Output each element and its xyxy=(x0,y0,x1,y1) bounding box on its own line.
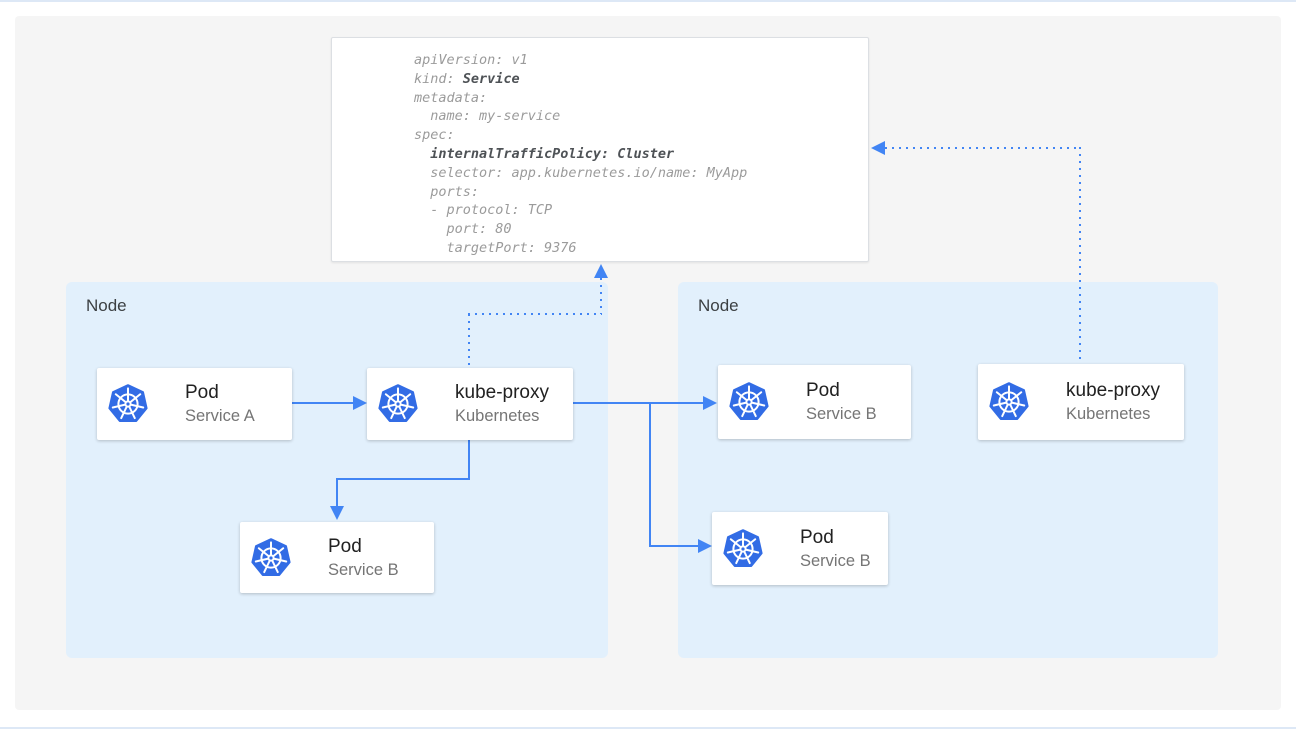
card-title: Pod xyxy=(806,380,877,402)
yaml-line: targetPort: 9376 xyxy=(414,239,868,258)
yaml-line: internalTrafficPolicy: Cluster xyxy=(414,145,868,164)
arrow-kube-proxy-to-pod-b-left-seg3 xyxy=(336,478,338,508)
yaml-line: port: 80 xyxy=(414,220,868,239)
card-subtitle: Kubernetes xyxy=(455,406,549,426)
yaml-line: spec: xyxy=(414,126,868,145)
arrow-kube-proxy-to-right-pod-bottom-seg1 xyxy=(649,402,651,547)
arrow-kube-proxy-to-right-pod-bottom-seg2 xyxy=(649,545,698,547)
top-divider xyxy=(0,0,1296,2)
node-box-left: Node xyxy=(66,282,608,658)
card-title: Pod xyxy=(328,536,399,558)
node-label: Node xyxy=(698,296,739,316)
dotted-right-kube-proxy-to-yaml-seg1 xyxy=(1079,147,1081,364)
kubernetes-wheel-icon xyxy=(377,384,419,424)
dotted-left-kube-proxy-to-yaml-head xyxy=(594,264,608,278)
arrow-kube-proxy-to-pod-b-left-seg1 xyxy=(468,440,470,480)
card-subtitle: Service A xyxy=(185,406,255,426)
dotted-left-kube-proxy-to-yaml-seg1 xyxy=(468,314,470,368)
pod-card-service-b-right-top: Pod Service B xyxy=(718,365,911,439)
card-title: Pod xyxy=(800,527,871,549)
kubernetes-wheel-icon xyxy=(728,382,770,422)
arrow-kube-proxy-to-right-pod-bottom-head xyxy=(698,539,712,553)
kube-proxy-card-right: kube-proxy Kubernetes xyxy=(978,364,1184,440)
arrow-pod-a-to-kube-proxy-head xyxy=(353,396,367,410)
node-label: Node xyxy=(86,296,127,316)
arrow-kube-proxy-to-right-pod-top-head xyxy=(703,396,717,410)
card-title: kube-proxy xyxy=(1066,380,1160,402)
yaml-line: metadata: xyxy=(414,89,868,108)
arrow-pod-a-to-kube-proxy-line xyxy=(292,402,353,404)
card-title: Pod xyxy=(185,382,255,404)
pod-card-service-a: Pod Service A xyxy=(97,368,292,440)
pod-card-service-b-right-bottom: Pod Service B xyxy=(712,512,888,585)
card-subtitle: Kubernetes xyxy=(1066,404,1160,424)
dotted-right-kube-proxy-to-yaml-seg2 xyxy=(885,147,1081,149)
arrow-kube-proxy-to-pod-b-left-head xyxy=(330,506,344,520)
card-title: kube-proxy xyxy=(455,382,549,404)
card-subtitle: Service B xyxy=(806,404,877,424)
yaml-line: selector: app.kubernetes.io/name: MyApp xyxy=(414,164,868,183)
arrow-kube-proxy-to-right-pod-top-line xyxy=(573,402,703,404)
service-yaml-box: apiVersion: v1 kind: Service metadata: n… xyxy=(331,37,869,262)
kubernetes-wheel-icon xyxy=(107,384,149,424)
yaml-line: apiVersion: v1 xyxy=(414,51,868,70)
card-subtitle: Service B xyxy=(800,551,871,571)
kubernetes-wheel-icon xyxy=(250,538,292,578)
yaml-line: ports: xyxy=(414,183,868,202)
arrow-kube-proxy-to-pod-b-left-seg2 xyxy=(336,478,470,480)
yaml-line: - protocol: TCP xyxy=(414,201,868,220)
kubernetes-wheel-icon xyxy=(988,382,1030,422)
kube-proxy-card-left: kube-proxy Kubernetes xyxy=(367,368,573,440)
yaml-line: name: my-service xyxy=(414,107,868,126)
yaml-line: kind: Service xyxy=(414,70,868,89)
node-box-right: Node xyxy=(678,282,1218,658)
card-subtitle: Service B xyxy=(328,560,399,580)
kubernetes-wheel-icon xyxy=(722,529,764,569)
dotted-right-kube-proxy-to-yaml-head xyxy=(871,141,885,155)
dotted-left-kube-proxy-to-yaml-seg2 xyxy=(468,313,602,315)
pod-card-service-b-left: Pod Service B xyxy=(240,522,434,593)
dotted-left-kube-proxy-to-yaml-seg3 xyxy=(600,278,602,314)
